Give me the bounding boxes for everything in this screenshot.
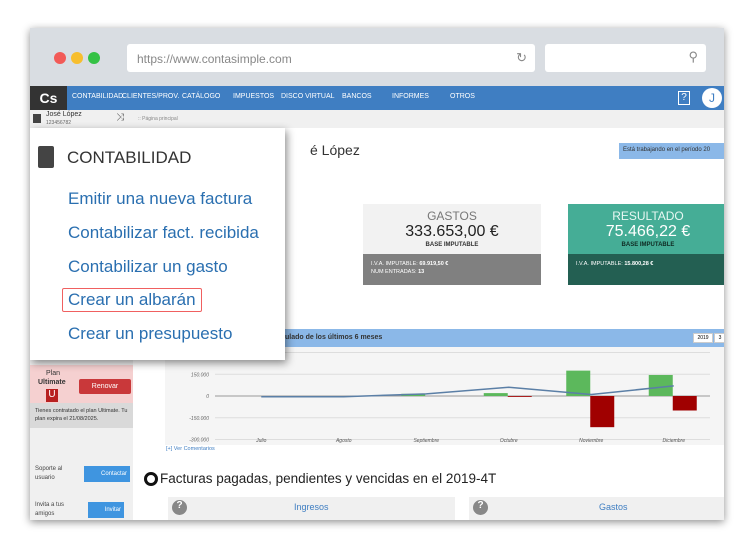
x-tick-label: Septiembre: [413, 438, 439, 444]
plan-info: Tienes contratado el plan Ultimate. Tu p…: [30, 403, 133, 428]
y-tick-label: 150.000: [191, 372, 209, 378]
resultado-iva: 15.800,28 €: [624, 261, 654, 267]
minimize-window-button[interactable]: [71, 52, 83, 64]
support-label: Soporte al usuario: [35, 466, 63, 481]
bar-ingresos: [648, 374, 673, 396]
gastos-num-label: NUM ENTRADAS:: [371, 269, 417, 275]
y-tick-label: -300.000: [189, 438, 209, 444]
resultado-card: RESULTADO 75.466,22 € BASE IMPUTABLE I.V…: [568, 204, 724, 285]
nav-catalogo[interactable]: CATÁLOGO: [182, 93, 220, 100]
plan-box: Plan Ultimate U Renovar: [30, 365, 133, 403]
close-window-button[interactable]: [54, 52, 66, 64]
resultado-value: 75.466,22 €: [605, 223, 691, 240]
plan-label: Plan: [46, 370, 61, 377]
avatar[interactable]: J: [702, 88, 722, 108]
refresh-icon[interactable]: [144, 472, 158, 486]
help-icon[interactable]: ?: [172, 500, 187, 515]
renew-button[interactable]: Renovar: [79, 379, 131, 394]
gastos-iva: 69.919,50 €: [419, 261, 449, 267]
bar-ingresos: [483, 393, 508, 396]
document-icon: [38, 146, 54, 168]
view-comments-link[interactable]: [+] Ver Comentarios: [166, 446, 215, 452]
menu-item-crear-albaran[interactable]: Crear un albarán: [62, 288, 202, 312]
top-nav: Cs CONTABILIDAD CLIENTES/PROV. CATÁLOGO …: [30, 86, 724, 110]
results-chart: 300.000150.0000-150.000-300.000JulioAgos…: [165, 347, 724, 445]
x-tick-label: Agosto: [335, 438, 352, 444]
gastos-card: GASTOS 333.653,00 € BASE IMPUTABLE I.V.A…: [363, 204, 541, 285]
user-id: 123456782: [46, 120, 72, 126]
nav-impuestos[interactable]: IMPUESTOS: [233, 93, 274, 100]
search-icon: ⚲: [688, 49, 698, 64]
reload-icon[interactable]: ↻: [516, 50, 527, 66]
ingresos-tab[interactable]: Ingresos: [294, 502, 329, 512]
chart-title: ulado de los últimos 6 meses: [285, 334, 383, 341]
menu-item-contabilizar-factura[interactable]: Contabilizar fact. recibida: [68, 223, 259, 243]
browser-window: https://www.contasimple.com ↻ ⚲ Cs CONTAB…: [30, 28, 724, 520]
nav-contabilidad[interactable]: CONTABILIDAD: [72, 93, 123, 100]
gastos-panel: ? Gastos: [469, 497, 724, 520]
resultado-title: RESULTADO: [612, 209, 684, 223]
nav-bancos[interactable]: BANCOS: [342, 93, 372, 100]
x-tick-label: Octubre: [500, 438, 518, 444]
nav-clientes[interactable]: CLIENTES/PROV.: [122, 93, 179, 100]
browser-chrome: https://www.contasimple.com ↻ ⚲: [30, 28, 724, 86]
user-name[interactable]: José López: [46, 111, 82, 118]
gastos-base-label: BASE IMPUTABLE: [425, 242, 479, 248]
x-tick-label: Julio: [255, 438, 267, 444]
contact-label: Contactar: [100, 471, 127, 477]
year-2019-button[interactable]: 2019: [693, 333, 713, 343]
x-tick-label: Diciembre: [662, 438, 685, 444]
y-tick-label: 0: [206, 394, 209, 400]
invite-label: Invita a tus amigos: [35, 502, 65, 517]
address-bar[interactable]: https://www.contasimple.com ↻: [127, 44, 535, 72]
help-icon[interactable]: ?: [473, 500, 488, 515]
contact-button[interactable]: Contactar: [84, 466, 130, 482]
switch-icon[interactable]: ⤨: [116, 112, 124, 123]
bar-gastos: [672, 396, 697, 411]
maximize-window-button[interactable]: [88, 52, 100, 64]
user-bar: José López 123456782 ⤨ :: Página princip…: [30, 110, 724, 128]
gastos-title: GASTOS: [427, 209, 477, 223]
url-text: https://www.contasimple.com: [137, 52, 292, 66]
gastos-value: 333.653,00 €: [405, 223, 499, 240]
plan-badge: U: [46, 389, 58, 402]
bar-gastos: [590, 396, 615, 428]
line-resultado: [261, 385, 674, 398]
period-selector[interactable]: Está trabajando en el período 20: [619, 143, 724, 159]
logo[interactable]: Cs: [30, 86, 67, 110]
nav-informes[interactable]: INFORMES: [392, 93, 429, 100]
chart-svg: 300.000150.0000-150.000-300.000JulioAgos…: [189, 351, 710, 444]
menu-title: CONTABILIDAD: [67, 148, 192, 167]
gastos-tab[interactable]: Gastos: [599, 502, 628, 512]
page-title: é López: [310, 142, 360, 158]
menu-item-contabilizar-gasto[interactable]: Contabilizar un gasto: [68, 257, 228, 277]
browser-search[interactable]: ⚲: [545, 44, 706, 72]
help-icon[interactable]: ?: [678, 91, 690, 105]
menu-item-emitir-factura[interactable]: Emitir una nueva factura: [68, 189, 252, 209]
ingresos-panel: ? Ingresos: [168, 497, 455, 520]
year-button-2[interactable]: 3: [714, 333, 724, 343]
x-tick-label: Noviembre: [579, 438, 603, 444]
invite-label-text: Invitar: [104, 507, 121, 513]
contabilidad-menu: CONTABILIDAD Emitir una nueva factura Co…: [30, 128, 285, 360]
invoices-title: Facturas pagadas, pendientes y vencidas …: [160, 471, 497, 486]
gastos-num: 13: [418, 269, 425, 275]
plan-name: Ultimate: [38, 379, 66, 386]
nav-otros[interactable]: OTROS: [450, 93, 475, 100]
nav-disco-virtual[interactable]: DISCO VIRTUAL: [281, 93, 335, 100]
menu-item-crear-presupuesto[interactable]: Crear un presupuesto: [68, 324, 232, 344]
resultado-iva-label: I.V.A. IMPUTABLE:: [576, 261, 623, 267]
gastos-iva-label: I.V.A. IMPUTABLE:: [371, 261, 418, 267]
y-tick-label: -150.000: [189, 416, 209, 422]
invite-button[interactable]: Invitar: [88, 502, 124, 518]
contact-card-icon: [33, 114, 41, 123]
resultado-base-label: BASE IMPUTABLE: [621, 242, 675, 248]
breadcrumb[interactable]: :: Página principal: [138, 116, 178, 122]
bar-gastos: [507, 396, 532, 397]
